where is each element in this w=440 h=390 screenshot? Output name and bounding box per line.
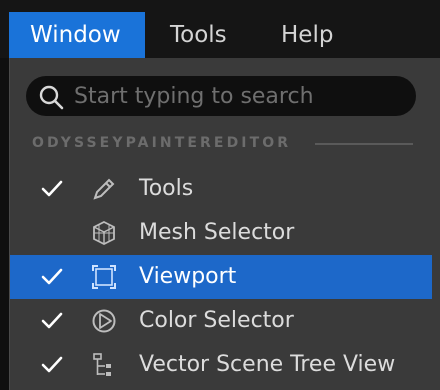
search-icon [39,85,64,110]
menu-window[interactable]: Window [9,12,145,58]
pencil-icon [93,178,115,200]
menu-tools[interactable]: Tools [149,12,249,58]
checkmark-icon [41,312,63,329]
checkmark-icon [41,180,63,197]
search-input[interactable] [74,76,404,116]
mesh-icon [93,220,115,246]
color-wheel-icon [92,309,116,333]
tree-view-icon [93,353,111,376]
menu-item-vector-scene-tree-view[interactable]: Vector Scene Tree View [10,343,432,387]
section-divider [315,143,413,145]
section-header: ODYSSEYPAINTEREDITOR [32,135,292,151]
menu-item-label: Color Selector [139,308,294,333]
window-dropdown-menu: ODYSSEYPAINTEREDITOR Tools Mesh Selector [9,58,440,390]
viewport-icon [92,265,116,289]
menu-item-label: Viewport [139,264,237,289]
menu-item-label: Tools [139,176,194,201]
search-box[interactable] [26,76,416,116]
menu-item-color-selector[interactable]: Color Selector [10,299,432,343]
checkmark-icon [41,356,63,373]
checkmark-icon [41,268,63,285]
menu-item-mesh-selector[interactable]: Mesh Selector [10,211,432,255]
menu-item-tools[interactable]: Tools [10,167,432,211]
menu-item-label: Mesh Selector [139,220,295,245]
menubar: Window Tools Help [0,0,440,58]
menu-item-label: Vector Scene Tree View [139,352,396,377]
menu-help[interactable]: Help [260,12,350,58]
menu-item-viewport[interactable]: Viewport [10,255,432,299]
